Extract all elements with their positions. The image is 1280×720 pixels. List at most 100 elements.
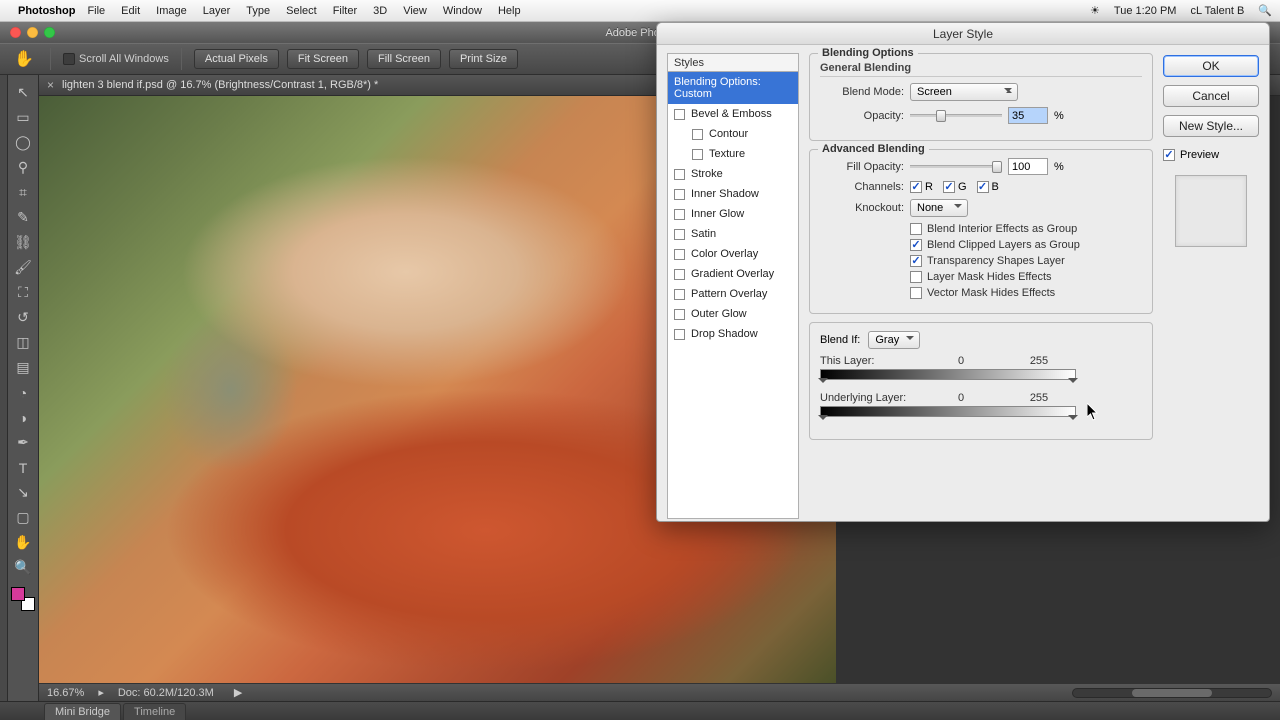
this-layer-slider[interactable] bbox=[820, 369, 1076, 380]
menu-window[interactable]: Window bbox=[443, 5, 482, 17]
history-brush-tool-icon[interactable]: ↺ bbox=[11, 306, 35, 329]
slider-handle-right[interactable] bbox=[1068, 378, 1078, 388]
checkbox[interactable] bbox=[674, 249, 685, 260]
opacity-input[interactable]: 35 bbox=[1008, 107, 1048, 124]
menu-image[interactable]: Image bbox=[156, 5, 187, 17]
fill-opacity-slider[interactable] bbox=[910, 165, 1002, 168]
style-gradient-overlay[interactable]: Gradient Overlay bbox=[668, 264, 798, 284]
pen-tool-icon[interactable]: ✒ bbox=[11, 431, 35, 454]
clock[interactable]: Tue 1:20 PM bbox=[1114, 5, 1177, 17]
zoom-tool-icon[interactable]: 🔍 bbox=[11, 556, 35, 579]
zoom-window-icon[interactable] bbox=[44, 27, 55, 38]
style-texture[interactable]: Texture bbox=[668, 144, 798, 164]
play-icon[interactable]: ▶ bbox=[234, 686, 242, 699]
ok-button[interactable]: OK bbox=[1163, 55, 1259, 77]
checkbox[interactable] bbox=[674, 229, 685, 240]
checkbox[interactable] bbox=[674, 269, 685, 280]
app-name[interactable]: Photoshop bbox=[18, 5, 75, 17]
blend-if-select[interactable]: Gray bbox=[868, 331, 920, 349]
vector-mask-hides-checkbox[interactable] bbox=[910, 287, 922, 299]
transparency-shapes-checkbox[interactable] bbox=[910, 255, 922, 267]
doc-size[interactable]: Doc: 60.2M/120.3M bbox=[118, 687, 214, 699]
popup-icon[interactable]: ▸ bbox=[98, 686, 104, 699]
layer-mask-hides-checkbox[interactable] bbox=[910, 271, 922, 283]
user-menu[interactable]: cL Talent B bbox=[1190, 5, 1244, 17]
style-stroke[interactable]: Stroke bbox=[668, 164, 798, 184]
dodge-tool-icon[interactable]: ◑ bbox=[11, 406, 35, 429]
horizontal-scrollbar[interactable] bbox=[1072, 688, 1272, 698]
close-icon[interactable] bbox=[10, 27, 21, 38]
color-swatches[interactable] bbox=[11, 587, 35, 611]
shape-tool-icon[interactable]: ▢ bbox=[11, 506, 35, 529]
move-tool-icon[interactable]: ↖ bbox=[11, 81, 35, 104]
blend-clipped-checkbox[interactable] bbox=[910, 239, 922, 251]
tab-timeline[interactable]: Timeline bbox=[123, 703, 186, 720]
checkbox[interactable] bbox=[674, 289, 685, 300]
fit-screen-button[interactable]: Fit Screen bbox=[287, 49, 359, 69]
fill-screen-button[interactable]: Fill Screen bbox=[367, 49, 441, 69]
style-outer-glow[interactable]: Outer Glow bbox=[668, 304, 798, 324]
checkbox[interactable] bbox=[674, 189, 685, 200]
checkbox[interactable] bbox=[674, 169, 685, 180]
checkbox[interactable] bbox=[674, 109, 685, 120]
checkbox[interactable] bbox=[674, 209, 685, 220]
print-size-button[interactable]: Print Size bbox=[449, 49, 518, 69]
menu-edit[interactable]: Edit bbox=[121, 5, 140, 17]
actual-pixels-button[interactable]: Actual Pixels bbox=[194, 49, 279, 69]
close-tab-icon[interactable]: × bbox=[47, 78, 54, 92]
slider-handle-right[interactable] bbox=[1068, 415, 1078, 425]
fill-opacity-input[interactable]: 100 bbox=[1008, 158, 1048, 175]
checkbox[interactable] bbox=[674, 309, 685, 320]
underlying-layer-slider[interactable] bbox=[820, 406, 1076, 417]
cancel-button[interactable]: Cancel bbox=[1163, 85, 1259, 107]
menu-type[interactable]: Type bbox=[246, 5, 270, 17]
menu-filter[interactable]: Filter bbox=[333, 5, 357, 17]
style-bevel-emboss[interactable]: Bevel & Emboss bbox=[668, 104, 798, 124]
menu-help[interactable]: Help bbox=[498, 5, 521, 17]
blend-mode-select[interactable]: Screen bbox=[910, 83, 1018, 101]
crop-tool-icon[interactable]: ⌗ bbox=[11, 181, 35, 204]
slider-handle-left[interactable] bbox=[818, 415, 828, 425]
style-inner-glow[interactable]: Inner Glow bbox=[668, 204, 798, 224]
brush-tool-icon[interactable]: 🖌 bbox=[11, 256, 35, 279]
healing-tool-icon[interactable]: ⛓ bbox=[11, 231, 35, 254]
preview-checkbox[interactable] bbox=[1163, 149, 1175, 161]
minimize-icon[interactable] bbox=[27, 27, 38, 38]
path-tool-icon[interactable]: ↘ bbox=[11, 481, 35, 504]
blur-tool-icon[interactable]: ◔ bbox=[11, 381, 35, 404]
opacity-slider[interactable] bbox=[910, 114, 1002, 117]
eyedropper-tool-icon[interactable]: ✎ bbox=[11, 206, 35, 229]
menu-view[interactable]: View bbox=[403, 5, 427, 17]
style-drop-shadow[interactable]: Drop Shadow bbox=[668, 324, 798, 344]
channel-b-checkbox[interactable] bbox=[977, 181, 989, 193]
spotlight-icon[interactable]: 🔍 bbox=[1258, 4, 1272, 17]
style-blending-options[interactable]: Blending Options: Custom bbox=[668, 72, 798, 104]
knockout-select[interactable]: None bbox=[910, 199, 968, 217]
style-pattern-overlay[interactable]: Pattern Overlay bbox=[668, 284, 798, 304]
tab-mini-bridge[interactable]: Mini Bridge bbox=[44, 703, 121, 720]
checkbox[interactable] bbox=[692, 129, 703, 140]
marquee-tool-icon[interactable]: ▭ bbox=[11, 106, 35, 129]
channel-r-checkbox[interactable] bbox=[910, 181, 922, 193]
scroll-all-windows-checkbox[interactable]: Scroll All Windows bbox=[63, 53, 169, 65]
checkbox[interactable] bbox=[692, 149, 703, 160]
channel-g-checkbox[interactable] bbox=[943, 181, 955, 193]
eraser-tool-icon[interactable]: ◫ bbox=[11, 331, 35, 354]
zoom-level[interactable]: 16.67% bbox=[47, 687, 84, 699]
style-satin[interactable]: Satin bbox=[668, 224, 798, 244]
menu-select[interactable]: Select bbox=[286, 5, 317, 17]
lasso-tool-icon[interactable]: ◯ bbox=[11, 131, 35, 154]
foreground-color-swatch[interactable] bbox=[11, 587, 25, 601]
type-tool-icon[interactable]: T bbox=[11, 456, 35, 479]
checkbox[interactable] bbox=[674, 329, 685, 340]
blend-interior-checkbox[interactable] bbox=[910, 223, 922, 235]
slider-handle-left[interactable] bbox=[818, 378, 828, 388]
magic-wand-tool-icon[interactable]: ⚲ bbox=[11, 156, 35, 179]
gradient-tool-icon[interactable]: ▤ bbox=[11, 356, 35, 379]
styles-header[interactable]: Styles bbox=[667, 53, 799, 71]
stamp-tool-icon[interactable]: ⛶ bbox=[11, 281, 35, 304]
brightness-icon[interactable]: ☀ bbox=[1090, 4, 1100, 17]
style-inner-shadow[interactable]: Inner Shadow bbox=[668, 184, 798, 204]
hand-tool-icon[interactable]: ✋ bbox=[10, 47, 38, 71]
hand-tool-icon[interactable]: ✋ bbox=[11, 531, 35, 554]
